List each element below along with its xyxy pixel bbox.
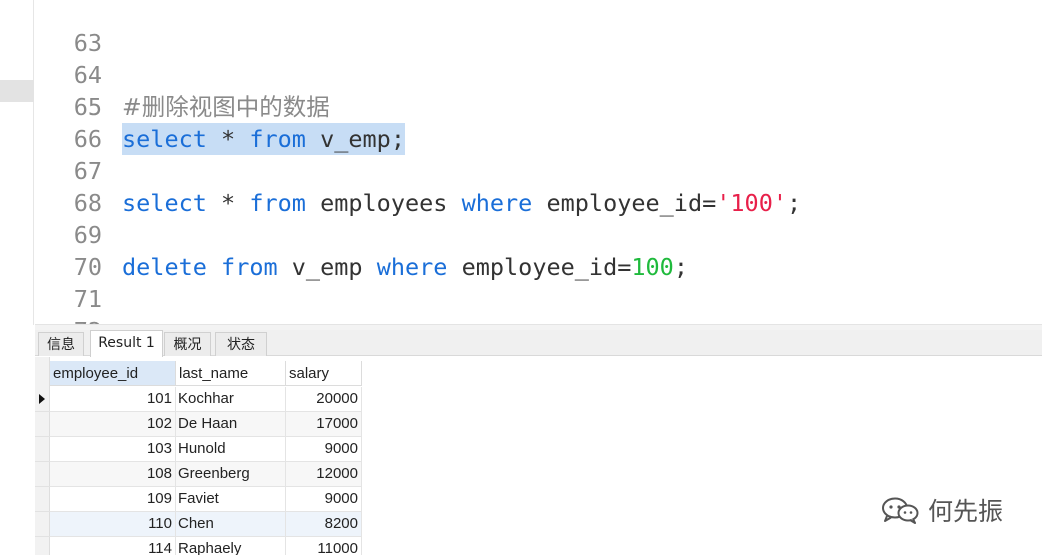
code-line: 70 — [35, 219, 1042, 281]
cell-last-name[interactable]: Hunold — [176, 437, 286, 462]
cell-last-name[interactable]: Raphaely — [176, 537, 286, 555]
cell-salary[interactable]: 8200 — [286, 512, 362, 537]
result-tabs: 信息 Result 1 概况 状态 — [35, 330, 1042, 357]
wechat-icon — [882, 497, 919, 524]
current-row-arrow-icon — [39, 394, 45, 404]
table-row[interactable]: 114 Raphaely 11000 — [50, 537, 362, 555]
row-indicator[interactable] — [35, 537, 50, 555]
cell-employee-id[interactable]: 109 — [50, 487, 176, 512]
cell-employee-id[interactable]: 110 — [50, 512, 176, 537]
cell-employee-id[interactable]: 102 — [50, 412, 176, 437]
column-header-employee-id[interactable]: employee_id — [50, 361, 176, 386]
code-line: 63 — [35, 0, 1042, 57]
cell-salary[interactable]: 17000 — [286, 412, 362, 437]
cell-employee-id[interactable]: 101 — [50, 387, 176, 412]
row-indicator[interactable] — [35, 512, 50, 537]
code-line: 69 delete from v_emp where employee_id=1… — [35, 187, 1042, 281]
table-row[interactable]: 109 Faviet 9000 — [50, 487, 362, 512]
cell-last-name[interactable]: Chen — [176, 512, 286, 537]
cell-salary[interactable]: 11000 — [286, 537, 362, 555]
column-header-last-name[interactable]: last_name — [176, 361, 286, 386]
cell-salary[interactable]: 12000 — [286, 462, 362, 487]
table-row[interactable]: 103 Hunold 9000 — [50, 437, 362, 462]
row-indicator-column — [35, 357, 50, 555]
code-line: 71 — [35, 251, 1042, 313]
row-indicator[interactable] — [35, 387, 50, 412]
left-gutter-strip — [0, 0, 34, 325]
table-row[interactable]: 102 De Haan 17000 — [50, 412, 362, 437]
current-line-marker — [0, 80, 34, 102]
code-line: 66 — [35, 91, 1042, 153]
tab-info[interactable]: 信息 — [38, 332, 84, 356]
code-line: 64 #删除视图中的数据 — [35, 27, 1042, 121]
cell-salary[interactable]: 9000 — [286, 437, 362, 462]
cell-employee-id[interactable]: 108 — [50, 462, 176, 487]
cell-salary[interactable]: 20000 — [286, 387, 362, 412]
row-indicator[interactable] — [35, 437, 50, 462]
table-row[interactable]: 108 Greenberg 12000 — [50, 462, 362, 487]
row-indicator[interactable] — [35, 412, 50, 437]
cell-last-name[interactable]: Faviet — [176, 487, 286, 512]
sql-editor[interactable]: 63 64 #删除视图中的数据 65 select * from v_emp; … — [35, 0, 1042, 325]
code-line: 68 — [35, 155, 1042, 217]
cell-employee-id[interactable]: 114 — [50, 537, 176, 555]
row-indicator[interactable] — [35, 487, 50, 512]
code-line: 67 select * from employees where employe… — [35, 123, 1042, 217]
watermark-text: 何先振 — [928, 497, 1004, 526]
code-line: 72 — [35, 283, 1042, 325]
cell-employee-id[interactable]: 103 — [50, 437, 176, 462]
tab-profile[interactable]: 概况 — [164, 332, 211, 356]
cell-last-name[interactable]: De Haan — [176, 412, 286, 437]
code-line-selected: 65 select * from v_emp; — [35, 59, 1042, 155]
cell-last-name[interactable]: Greenberg — [176, 462, 286, 487]
cell-salary[interactable]: 9000 — [286, 487, 362, 512]
tab-status[interactable]: 状态 — [215, 332, 267, 356]
table-row[interactable]: 101 Kochhar 20000 — [50, 387, 362, 412]
column-header-salary[interactable]: salary — [286, 361, 362, 386]
watermark: 何先振 — [880, 493, 1003, 527]
table-row[interactable]: 110 Chen 8200 — [50, 512, 362, 537]
cell-last-name[interactable]: Kochhar — [176, 387, 286, 412]
row-indicator[interactable] — [35, 462, 50, 487]
tab-result-1[interactable]: Result 1 — [90, 330, 163, 357]
